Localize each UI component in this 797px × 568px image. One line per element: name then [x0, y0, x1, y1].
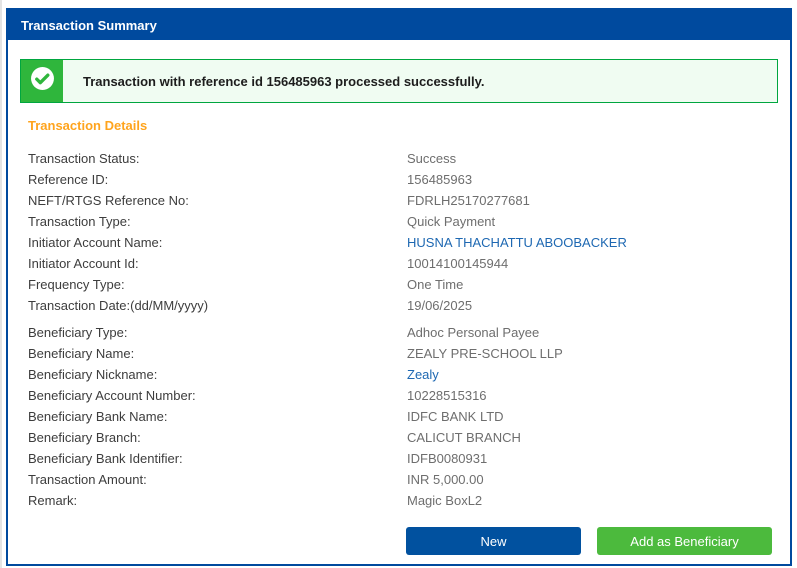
detail-value: Quick Payment — [407, 214, 496, 229]
detail-label: Beneficiary Type: — [28, 325, 128, 340]
row-transaction-amount: Transaction Amount: INR 5,000.00 — [28, 469, 790, 490]
row-transaction-date: Transaction Date:(dd/MM/yyyy) 19/06/2025 — [28, 295, 790, 316]
detail-label: Transaction Status: — [28, 151, 140, 166]
detail-value: Adhoc Personal Payee — [407, 325, 540, 340]
detail-value: Magic BoxL2 — [407, 493, 483, 508]
panel-header: Transaction Summary — [8, 10, 790, 40]
detail-label: Transaction Date:(dd/MM/yyyy) — [28, 298, 209, 313]
beneficiary-group: Beneficiary Type: Adhoc Personal Payee B… — [28, 322, 790, 511]
row-neft-rtgs-reference-no: NEFT/RTGS Reference No: FDRLH25170277681 — [28, 190, 790, 211]
detail-label: Beneficiary Name: — [28, 346, 135, 361]
row-reference-id: Reference ID: 156485963 — [28, 169, 790, 190]
detail-value: FDRLH25170277681 — [407, 193, 530, 208]
detail-label: Frequency Type: — [28, 277, 125, 292]
initiator-account-name-link[interactable]: HUSNA THACHATTU ABOOBACKER — [407, 235, 627, 250]
row-beneficiary-name: Beneficiary Name: ZEALY PRE-SCHOOL LLP — [28, 343, 790, 364]
detail-label: Beneficiary Account Number: — [28, 388, 196, 403]
detail-value: One Time — [407, 277, 464, 292]
add-as-beneficiary-button[interactable]: Add as Beneficiary — [597, 527, 772, 555]
viewport-edge-divider — [0, 0, 2, 568]
detail-label: NEFT/RTGS Reference No: — [28, 193, 189, 208]
row-initiator-account-name: Initiator Account Name: HUSNA THACHATTU … — [28, 232, 790, 253]
detail-label: Beneficiary Bank Identifier: — [28, 451, 183, 466]
detail-label: Reference ID: — [28, 172, 109, 187]
row-transaction-status: Transaction Status: Success — [28, 148, 790, 169]
new-button[interactable]: New — [406, 527, 581, 555]
detail-label: Initiator Account Name: — [28, 235, 163, 250]
success-message: Transaction with reference id 156485963 … — [63, 60, 777, 102]
row-frequency-type: Frequency Type: One Time — [28, 274, 790, 295]
detail-value: 156485963 — [407, 172, 473, 187]
detail-label: Transaction Amount: — [28, 472, 147, 487]
row-transaction-type: Transaction Type: Quick Payment — [28, 211, 790, 232]
detail-value: Success — [407, 151, 457, 166]
row-initiator-account-id: Initiator Account Id: 10014100145944 — [28, 253, 790, 274]
row-beneficiary-nickname: Beneficiary Nickname: Zealy — [28, 364, 790, 385]
detail-value: 10014100145944 — [407, 256, 509, 271]
row-beneficiary-bank-identifier: Beneficiary Bank Identifier: IDFB0080931 — [28, 448, 790, 469]
page-title: Transaction Summary — [21, 17, 157, 33]
success-alert: Transaction with reference id 156485963 … — [20, 59, 778, 103]
check-circle-icon — [30, 66, 55, 96]
detail-value: IDFB0080931 — [407, 451, 488, 466]
beneficiary-nickname-link[interactable]: Zealy — [407, 367, 439, 382]
success-icon-block — [21, 60, 63, 102]
action-buttons: New Add as Beneficiary — [406, 527, 772, 555]
details-list: Transaction Status: Success Reference ID… — [28, 148, 790, 511]
transaction-summary-panel: Transaction Summary Transaction with ref… — [6, 8, 792, 566]
detail-label: Initiator Account Id: — [28, 256, 139, 271]
detail-value: CALICUT BRANCH — [407, 430, 521, 445]
detail-value: ZEALY PRE-SCHOOL LLP — [407, 346, 563, 361]
detail-label: Beneficiary Bank Name: — [28, 409, 168, 424]
detail-value: 19/06/2025 — [407, 298, 473, 313]
detail-value: INR 5,000.00 — [407, 472, 484, 487]
detail-label: Beneficiary Branch: — [28, 430, 141, 445]
row-beneficiary-bank-name: Beneficiary Bank Name: IDFC BANK LTD — [28, 406, 790, 427]
row-remark: Remark: Magic BoxL2 — [28, 490, 790, 511]
row-beneficiary-account-number: Beneficiary Account Number: 10228515316 — [28, 385, 790, 406]
detail-label: Remark: — [28, 493, 78, 508]
row-beneficiary-branch: Beneficiary Branch: CALICUT BRANCH — [28, 427, 790, 448]
detail-label: Transaction Type: — [28, 214, 131, 229]
detail-value: IDFC BANK LTD — [407, 409, 504, 424]
detail-label: Beneficiary Nickname: — [28, 367, 158, 382]
detail-value: 10228515316 — [407, 388, 487, 403]
row-beneficiary-type: Beneficiary Type: Adhoc Personal Payee — [28, 322, 790, 343]
section-heading-transaction-details: Transaction Details — [28, 118, 148, 133]
